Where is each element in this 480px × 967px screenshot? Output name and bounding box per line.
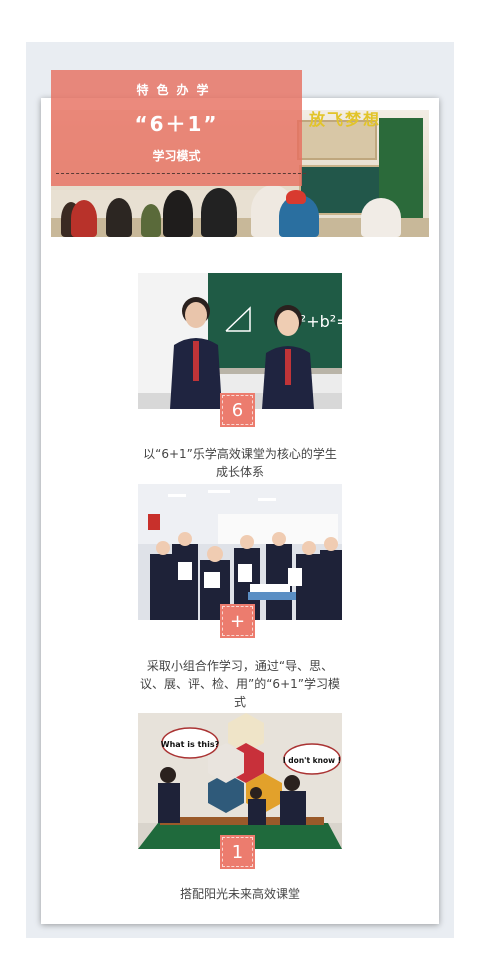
badge-six: 6: [222, 395, 253, 425]
title-overlay: 特色办学 “6＋1” 学习模式: [51, 70, 302, 186]
bubble-right-text: I don't know !: [283, 756, 341, 765]
title-line-3: 学习模式: [152, 149, 201, 163]
caption-section-3: 搭配阳光未来高效课堂: [179, 887, 300, 901]
photo-classroom-blackboard: a²+b²=c²: [138, 273, 342, 409]
caption-section-2: 采取小组合作学习，通过“导、思、议、展、评、检、用”的“6+1”学习模式: [140, 659, 340, 709]
badge-plus: +: [222, 606, 253, 636]
dashed-divider: [56, 173, 306, 174]
title-line-1: 特色办学: [136, 83, 217, 97]
badge-one: 1: [222, 837, 253, 867]
title-line-2: “6＋1”: [134, 112, 219, 136]
photo-students-speech-bubbles: What is this? I don't know !: [138, 713, 342, 849]
bubble-left-text: What is this?: [161, 740, 220, 749]
banner-slogan: 放飞梦想: [309, 110, 382, 129]
caption-section-1: 以“6+1”乐学高效课堂为核心的学生成长体系: [143, 447, 337, 479]
photo-students-reading: [138, 484, 342, 620]
